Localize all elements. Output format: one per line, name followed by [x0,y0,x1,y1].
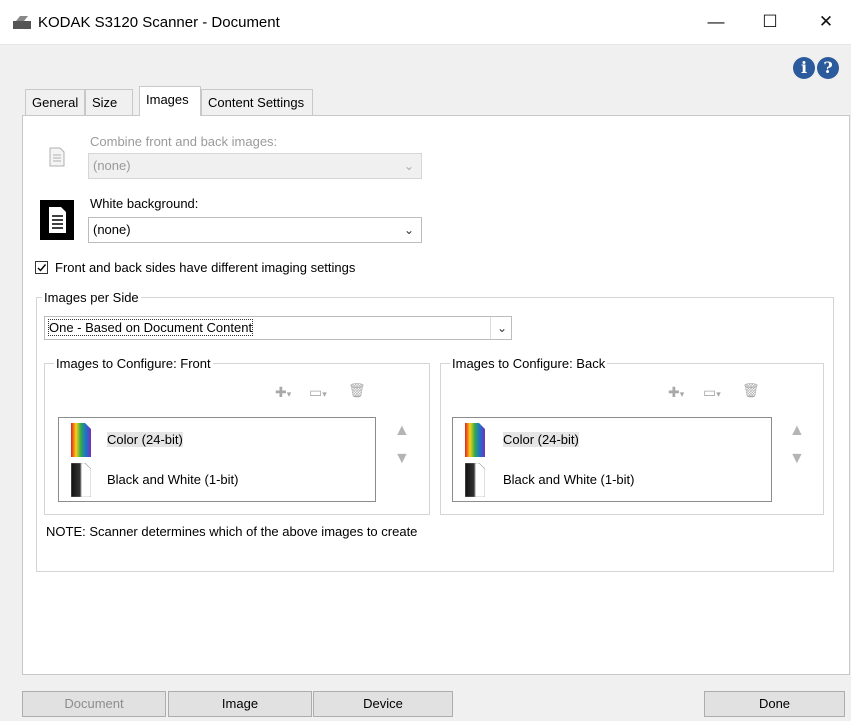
color-image-icon [71,423,91,457]
list-item[interactable]: Color (24-bit) [457,422,767,458]
delete-image-icon[interactable]: 🗑 [742,382,760,399]
combine-select-value: (none) [93,158,131,173]
images-per-side-select[interactable]: One - Based on Document Content ⌄ [44,316,512,340]
minimize-button[interactable]: — [693,8,739,36]
note-text: NOTE: Scanner determines which of the ab… [46,524,418,539]
color-image-icon [465,423,485,457]
delete-image-icon[interactable]: 🗑 [348,382,366,399]
different-settings-checkbox[interactable] [35,261,48,274]
window-title: KODAK S3120 Scanner - Document [38,14,280,31]
help-icon[interactable]: ? [817,57,839,79]
done-button[interactable]: Done [704,691,845,717]
maximize-button[interactable]: ☐ [747,8,793,36]
white-background-icon [40,200,74,240]
tab-images[interactable]: Images [139,86,201,116]
title-bar: KODAK S3120 Scanner - Document — ☐ ✕ [0,0,851,45]
front-configure-title: Images to Configure: Front [54,356,213,371]
bw-image-icon [465,463,485,497]
chevron-down-icon: ⌄ [403,223,414,237]
image-button[interactable]: Image [168,691,312,717]
tab-general[interactable]: General [25,89,85,115]
list-item[interactable]: Black and White (1-bit) [457,462,767,498]
list-item-label: Color (24-bit) [107,432,183,447]
move-up-icon[interactable]: ▲ [789,422,805,440]
combine-select[interactable]: (none) ⌄ [88,153,422,179]
combine-document-icon [49,147,65,167]
combine-label: Combine front and back images: [90,134,278,149]
images-per-side-title: Images per Side [42,290,141,305]
chevron-down-icon: ⌄ [489,317,507,339]
list-item-label: Black and White (1-bit) [503,472,635,487]
different-settings-label: Front and back sides have different imag… [55,260,356,275]
front-image-list[interactable]: Color (24-bit) Black and White (1-bit) [58,417,376,502]
device-button[interactable]: Device [313,691,453,717]
images-per-side-value: One - Based on Document Content [47,319,254,336]
move-down-icon[interactable]: ▼ [394,450,410,468]
back-image-list[interactable]: Color (24-bit) Black and White (1-bit) [452,417,772,502]
close-button[interactable]: ✕ [803,8,849,36]
scanner-icon [13,16,31,29]
checkmark-icon [37,264,47,272]
add-image-icon[interactable]: ✚▾ [668,384,684,401]
info-icon[interactable]: i [793,57,815,79]
chevron-down-icon: ⌄ [403,159,414,173]
add-image-icon[interactable]: ✚▾ [275,384,291,401]
move-down-icon[interactable]: ▼ [789,450,805,468]
rename-image-icon[interactable]: ▭▾ [309,384,327,401]
tab-size[interactable]: Size [85,89,133,115]
document-button[interactable]: Document [22,691,166,717]
rename-image-icon[interactable]: ▭▾ [703,384,721,401]
move-up-icon[interactable]: ▲ [394,422,410,440]
list-item-label: Color (24-bit) [503,432,579,447]
list-item[interactable]: Color (24-bit) [63,422,371,458]
list-item[interactable]: Black and White (1-bit) [63,462,371,498]
back-configure-title: Images to Configure: Back [450,356,608,371]
white-background-label: White background: [90,196,199,211]
white-background-select[interactable]: (none) ⌄ [88,217,422,243]
white-background-value: (none) [93,222,131,237]
list-item-label: Black and White (1-bit) [107,472,239,487]
tab-content-settings[interactable]: Content Settings [201,89,313,115]
bw-image-icon [71,463,91,497]
